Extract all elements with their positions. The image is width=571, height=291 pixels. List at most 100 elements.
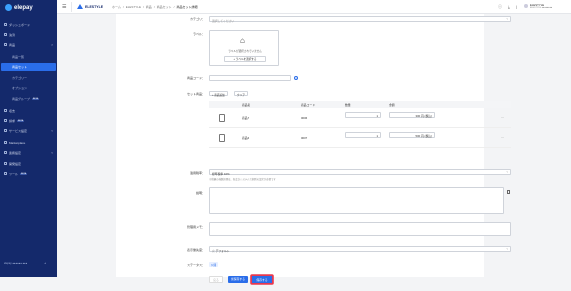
- tax-select[interactable]: 標準税率 10% ˅: [209, 169, 511, 176]
- clear-button[interactable]: クリア: [234, 91, 248, 97]
- amount-input[interactable]: 300 円 (税込): [389, 112, 435, 118]
- status-label: ステータス：: [186, 263, 205, 267]
- tag-icon: ⌂: [240, 36, 245, 45]
- sidebar-item-products[interactable]: 商品 ˄: [4, 41, 56, 48]
- beta-badge: BETA: [20, 172, 28, 175]
- description-textarea[interactable]: [209, 187, 504, 214]
- sidebar-item-label: 連携設定: [9, 150, 22, 155]
- remove-icon[interactable]: —: [501, 115, 504, 119]
- breadcrumb-current: 商品セット詳細: [176, 5, 198, 9]
- sidebar-item-label: 決済: [9, 32, 16, 37]
- back-button[interactable]: 戻る: [209, 276, 223, 283]
- help-icon[interactable]: ⓘ: [498, 4, 502, 10]
- tax-value: 標準税率 10%: [212, 171, 230, 176]
- sidebar-item-label: 開発設定: [9, 161, 22, 166]
- brand-logo[interactable]: elepay: [5, 4, 33, 11]
- settings-icon: [4, 129, 7, 132]
- breadcrumb-home[interactable]: ホーム: [112, 5, 121, 9]
- sidebar-active-highlight: [1, 63, 56, 71]
- user-menu[interactable]: ELESTYLE ELESTYLE ●●●●●●●●: [524, 3, 552, 9]
- sidebar-item-integrations[interactable]: 連携設定 ˅: [4, 149, 56, 156]
- product-code: 0006: [301, 116, 308, 120]
- avatar: [524, 4, 528, 8]
- set-products-label: セット商品：: [186, 92, 205, 96]
- merchant-brand[interactable]: ELESTYLE: [77, 4, 103, 9]
- add-product-text: 商品追加: [214, 93, 225, 97]
- form-panel: カテゴリ： 選択してください ˅ ラベル： ⌂ ラベルが選択されていません + ラ…: [116, 14, 511, 277]
- sidebar-subitem-product-list[interactable]: 商品一覧: [12, 53, 24, 60]
- memo-label: 管理用メモ：: [186, 225, 205, 229]
- sidebar-subitem-product-group[interactable]: 商品グループ BETA: [12, 95, 39, 102]
- display-priority-label: 表示優先度：: [186, 248, 205, 252]
- product-code-input[interactable]: [209, 75, 291, 81]
- balance-icon: [4, 109, 7, 112]
- col-amount: 金額: [389, 103, 395, 107]
- user-account: ELESTYLE ●●●●●●●●: [530, 7, 553, 9]
- sidebar-subitem-product-set[interactable]: 商品セット: [12, 63, 27, 70]
- display-priority-value: デフォルト: [215, 248, 230, 253]
- sidebar-item-tools[interactable]: ツール BETA: [4, 170, 56, 177]
- category-select[interactable]: 選択してください ˅: [209, 16, 511, 23]
- sidebar-item-balance[interactable]: 収支: [4, 107, 56, 114]
- col-qty: 数量: [345, 103, 351, 107]
- info-icon[interactable]: i: [294, 76, 298, 80]
- sidebar: elepay ダッシュボード 決済 商品 ˄ 商品一覧 商品セット カテゴリー オ…: [0, 0, 57, 277]
- amount-input[interactable]: 500 円 (税込): [389, 132, 435, 138]
- add-product-button[interactable]: + 商品追加: [209, 91, 228, 97]
- product-icon: [4, 43, 7, 46]
- topbar-icons: ⓘ ⤓ |: [498, 4, 517, 10]
- quantity-input[interactable]: 1: [345, 132, 381, 138]
- remove-icon[interactable]: —: [501, 135, 504, 139]
- col-name: 商品名: [242, 103, 251, 107]
- sidebar-subitem-category[interactable]: カテゴリー: [12, 74, 27, 81]
- menu-icon[interactable]: ☰: [62, 4, 66, 10]
- sidebar-item-label: 商品: [9, 42, 16, 47]
- amount-unit: 円 (税込): [420, 114, 432, 118]
- table-row: 商品7 0006 1 300 円 (税込) —: [209, 108, 511, 128]
- sidebar-item-service-settings[interactable]: サービス設定 ˅: [4, 127, 56, 134]
- sidebar-item-marketplace[interactable]: Marketplace: [4, 139, 56, 146]
- memo-textarea[interactable]: [209, 222, 511, 236]
- sidebar-subitem-label: 商品グループ: [12, 96, 30, 101]
- invoice-icon: [4, 119, 7, 122]
- status-badge[interactable]: 公開: [209, 262, 219, 267]
- divider: [71, 2, 72, 12]
- table-row: 商品6 0007 1 500 円 (税込) —: [209, 128, 511, 148]
- label-picker: ⌂ ラベルが選択されていません + ラベルを選択する: [209, 30, 279, 66]
- breadcrumb-merchant[interactable]: ELESTYLE: [126, 5, 141, 9]
- copy-icon[interactable]: [507, 190, 510, 194]
- breadcrumb-product-set[interactable]: 商品セット: [157, 5, 172, 9]
- select-label-button[interactable]: + ラベルを選択する: [224, 56, 266, 62]
- sidebar-item-dashboard[interactable]: ダッシュボード: [4, 21, 56, 28]
- label-empty-text: ラベルが選択されていません: [228, 50, 262, 53]
- breadcrumb-products[interactable]: 商品: [146, 5, 152, 9]
- sidebar-subitem-options[interactable]: オプション: [12, 84, 27, 91]
- chevron-up-icon: ˄: [51, 42, 53, 47]
- save-button[interactable]: 保存する: [251, 275, 273, 284]
- description-label: 説明：: [195, 191, 205, 195]
- tax-label: 適用税率：: [189, 171, 205, 175]
- sidebar-item-label: ダッシュボード: [9, 22, 31, 27]
- table-header: 商品名 商品コード 数量 金額: [209, 101, 511, 108]
- sidebar-item-label: ツール: [9, 171, 19, 176]
- quantity-input[interactable]: 1: [345, 112, 381, 118]
- top-bar: ☰ ELESTYLE ホーム / ELESTYLE / 商品 / 商品セット / 商品セ…: [57, 0, 571, 14]
- payment-icon: [4, 33, 7, 36]
- collapse-sidebar-icon[interactable]: ⇥: [44, 262, 46, 265]
- display-priority-select[interactable]: ☆ デフォルト ˅: [209, 246, 511, 253]
- form-footer: 戻る 仮保存する 保存する: [116, 271, 484, 291]
- download-icon[interactable]: ⤓: [508, 4, 510, 10]
- sidebar-item-invoice[interactable]: 請求 BETA: [4, 117, 56, 124]
- draft-save-button[interactable]: 仮保存する: [228, 276, 248, 283]
- sidebar-item-developer[interactable]: 開発設定: [4, 160, 56, 167]
- sidebar-item-payments[interactable]: 決済: [4, 31, 56, 38]
- chevron-down-icon: ˅: [51, 128, 53, 133]
- code-icon: [4, 162, 7, 165]
- product-name: 商品7: [242, 116, 250, 120]
- category-placeholder: 選択してください: [212, 18, 235, 23]
- merchant-name: ELESTYLE: [85, 4, 104, 9]
- sidebar-item-label: Marketplace: [9, 140, 26, 145]
- amount-value: 500: [415, 134, 421, 138]
- marketplace-icon: [4, 141, 7, 144]
- sidebar-item-label: サービス設定: [9, 128, 28, 133]
